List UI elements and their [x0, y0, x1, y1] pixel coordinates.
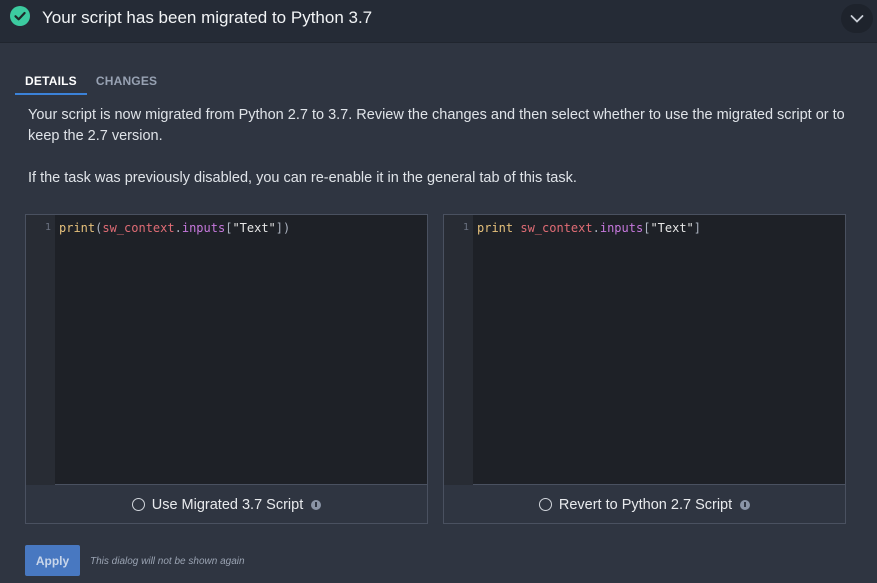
tab-details[interactable]: DETAILS	[15, 72, 87, 95]
tab-bar: DETAILS CHANGES	[15, 72, 167, 95]
code-line: print sw_context.inputs["Text"]	[477, 221, 702, 235]
info-icon[interactable]	[740, 499, 751, 510]
use-migrated-option[interactable]: Use Migrated 3.7 Script	[26, 486, 427, 523]
check-circle-icon	[10, 6, 30, 26]
tab-changes[interactable]: CHANGES	[87, 72, 167, 95]
dialog-header: Your script has been migrated to Python …	[0, 0, 877, 43]
code-line: print(sw_context.inputs["Text"])	[59, 221, 291, 235]
line-number: 1	[44, 222, 51, 233]
option-label: Use Migrated 3.7 Script	[151, 496, 304, 513]
description-paragraph: Your script is now migrated from Python …	[28, 107, 845, 144]
original-script-panel: 1 print sw_context.inputs["Text"] Revert…	[443, 214, 846, 524]
collapse-button[interactable]	[841, 4, 873, 33]
line-gutter: 1	[26, 215, 55, 485]
migrated-script-panel: 1 print(sw_context.inputs["Text"]) Use M…	[25, 214, 428, 524]
migrated-code-editor[interactable]: 1 print(sw_context.inputs["Text"])	[26, 215, 427, 485]
line-gutter: 1	[444, 215, 473, 485]
revert-radio[interactable]	[538, 498, 552, 511]
original-code-editor[interactable]: 1 print sw_context.inputs["Text"]	[444, 215, 845, 485]
info-icon[interactable]	[311, 499, 322, 510]
apply-button[interactable]: Apply	[25, 545, 80, 576]
option-label: Revert to Python 2.7 Script	[558, 496, 733, 513]
dialog-title: Your script has been migrated to Python …	[42, 8, 373, 27]
migrated-radio[interactable]	[131, 498, 145, 511]
description-paragraph: If the task was previously disabled, you…	[28, 170, 577, 186]
line-number: 1	[462, 222, 469, 233]
footer-note: This dialog will not be shown again	[90, 556, 245, 567]
chevron-down-icon	[850, 14, 864, 23]
description: Your script is now migrated from Python …	[28, 105, 873, 210]
revert-option[interactable]: Revert to Python 2.7 Script	[444, 486, 845, 523]
